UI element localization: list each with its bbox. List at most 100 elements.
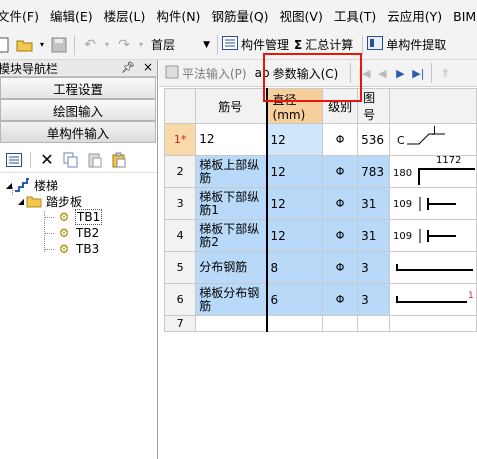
component-manage-button[interactable]: 构件管理	[222, 36, 289, 53]
row-number[interactable]: 1*	[163, 123, 197, 156]
dropdown-arrow-icon[interactable]: ▾	[137, 36, 145, 54]
summary-calc-button[interactable]: Σ 汇总计算	[294, 36, 353, 53]
row-number[interactable]: 2	[163, 155, 197, 188]
row-number[interactable]: 7	[163, 315, 197, 332]
cell-bar-name[interactable]	[195, 315, 268, 332]
tab-param-input[interactable]: ab 参数输入(C)	[255, 65, 339, 82]
cell-diameter[interactable]	[265, 315, 324, 332]
cell-bar-name[interactable]: 梯板分布钢筋	[195, 283, 268, 316]
cell-bar-name[interactable]: 分布钢筋	[195, 251, 268, 284]
project-settings-button[interactable]: 工程设置	[0, 77, 156, 99]
col-header-grade[interactable]: 级别	[322, 88, 359, 124]
collapse-icon[interactable]: ◢	[4, 181, 14, 190]
undo-icon[interactable]: ↶	[81, 36, 99, 54]
tab-flat-input[interactable]: 平法输入(P)	[165, 65, 247, 82]
menu-tools[interactable]: 工具(T)	[334, 6, 376, 25]
menu-bim[interactable]: BIM应用(I	[453, 6, 477, 25]
tree-node-tb3[interactable]: ⚙ TB3	[0, 241, 157, 257]
table-row[interactable]: 5 分布钢筋 8 Φ 3	[163, 251, 477, 284]
gear-icon: ⚙	[58, 226, 70, 240]
cell-figure-no[interactable]: 31	[357, 187, 390, 220]
tree-node-tb2[interactable]: ⚙ TB2	[0, 225, 157, 241]
drawing-input-button[interactable]: 绘图输入	[0, 99, 156, 121]
toolbar-divider	[30, 151, 31, 168]
cell-figure-no[interactable]: 536	[357, 123, 390, 156]
pin-icon[interactable]: 📌︎	[121, 61, 135, 74]
cell-grade[interactable]: Φ	[322, 155, 359, 188]
floor-select[interactable]: 首层 ▼	[149, 35, 213, 55]
save-icon[interactable]	[50, 36, 68, 54]
move-up-icon[interactable]: ⇑	[436, 67, 454, 80]
row-number[interactable]: 3	[163, 187, 197, 220]
table-row[interactable]: 7	[163, 315, 477, 332]
list-view-icon[interactable]	[5, 151, 23, 169]
single-component-input-button[interactable]: 单构件输入	[0, 121, 156, 143]
cell-grade[interactable]	[322, 315, 359, 332]
menu-edit[interactable]: 编辑(E)	[50, 6, 93, 25]
tree-node-stairs[interactable]: ◢ 楼梯	[0, 177, 157, 193]
cell-diameter[interactable]: 8	[265, 251, 324, 284]
row-number[interactable]: 5	[163, 251, 197, 284]
toolbar-divider	[362, 34, 364, 55]
cell-figure-no[interactable]: 3	[357, 283, 390, 316]
menu-view[interactable]: 视图(V)	[280, 6, 323, 25]
menu-floor[interactable]: 楼层(L)	[104, 6, 146, 25]
stairs-icon	[14, 178, 30, 192]
table-row[interactable]: 4 梯板下部纵筋2 12 Φ 31 109	[163, 219, 477, 252]
cell-bar-name[interactable]: 12	[195, 123, 268, 156]
next-record-icon[interactable]: ▶	[391, 67, 409, 80]
first-record-icon[interactable]: |◀	[355, 67, 373, 80]
col-header-figure-no[interactable]: 图号	[357, 88, 390, 124]
cell-bar-name[interactable]: 梯板上部纵筋	[195, 155, 268, 188]
cell-figure-no[interactable]: 783	[357, 155, 390, 188]
tree-node-tb1[interactable]: ⚙ TB1	[0, 209, 157, 225]
cell-grade[interactable]: Φ	[322, 219, 359, 252]
previous-record-icon[interactable]: ◀	[373, 67, 391, 80]
menu-component[interactable]: 构件(N)	[156, 6, 200, 25]
paste-icon[interactable]	[86, 151, 104, 169]
cell-bar-sketch: 1	[388, 283, 477, 316]
last-record-icon[interactable]: ▶|	[409, 67, 427, 80]
cell-grade[interactable]: Φ	[322, 283, 359, 316]
copy-icon[interactable]	[62, 151, 80, 169]
delete-icon[interactable]: ✕	[38, 150, 56, 169]
cell-diameter[interactable]: 12	[265, 123, 324, 156]
col-header-bar-no[interactable]: 筋号	[195, 88, 268, 124]
menu-cloud[interactable]: 云应用(Y)	[387, 6, 442, 25]
list-icon	[222, 36, 238, 53]
cell-grade[interactable]: Φ	[322, 123, 359, 156]
menu-file[interactable]: 文件(F)	[0, 6, 39, 25]
row-number[interactable]: 4	[163, 219, 197, 252]
row-number[interactable]: 6	[163, 283, 197, 316]
cell-figure-no[interactable]	[357, 315, 390, 332]
dropdown-arrow-icon[interactable]: ▾	[103, 36, 111, 54]
single-extract-button[interactable]: 单构件提取	[367, 36, 446, 53]
cell-diameter[interactable]: 12	[265, 155, 324, 188]
dropdown-arrow-icon[interactable]: ▾	[38, 36, 46, 54]
cell-diameter[interactable]: 12	[265, 219, 324, 252]
table-row[interactable]: 6 梯板分布钢筋 6 Φ 3 1	[163, 283, 477, 316]
table-row[interactable]: 1* 12 12 Φ 536 CJ	[163, 123, 477, 156]
cell-grade[interactable]: Φ	[322, 187, 359, 220]
cell-diameter[interactable]: 6	[265, 283, 324, 316]
close-icon[interactable]: ×	[143, 60, 153, 74]
clipboard-icon[interactable]	[110, 151, 128, 169]
cell-figure-no[interactable]: 3	[357, 251, 390, 284]
table-row[interactable]: 3 梯板下部纵筋1 12 Φ 31 109	[163, 187, 477, 220]
table-row[interactable]: 2 梯板上部纵筋 12 Φ 783 1172 180	[163, 155, 477, 188]
cell-grade[interactable]: Φ	[322, 251, 359, 284]
cell-bar-sketch	[388, 251, 477, 284]
cell-bar-name[interactable]: 梯板下部纵筋2	[195, 219, 268, 252]
redo-icon[interactable]: ↷	[115, 36, 133, 54]
cell-diameter[interactable]: 12	[265, 187, 324, 220]
cell-figure-no[interactable]: 31	[357, 219, 390, 252]
bar-shape-sketch: 1	[395, 291, 474, 303]
single-extract-label: 单构件提取	[386, 38, 447, 52]
collapse-icon[interactable]: ◢	[16, 197, 26, 206]
menu-rebar-quantity[interactable]: 钢筋量(Q)	[211, 6, 268, 25]
tree-node-step-plate[interactable]: ◢ 踏步板	[0, 193, 157, 209]
open-folder-icon[interactable]	[16, 36, 34, 54]
cell-bar-name[interactable]: 梯板下部纵筋1	[195, 187, 268, 220]
new-file-icon[interactable]	[0, 36, 12, 54]
col-header-diameter[interactable]: 直径(mm)	[265, 88, 324, 124]
